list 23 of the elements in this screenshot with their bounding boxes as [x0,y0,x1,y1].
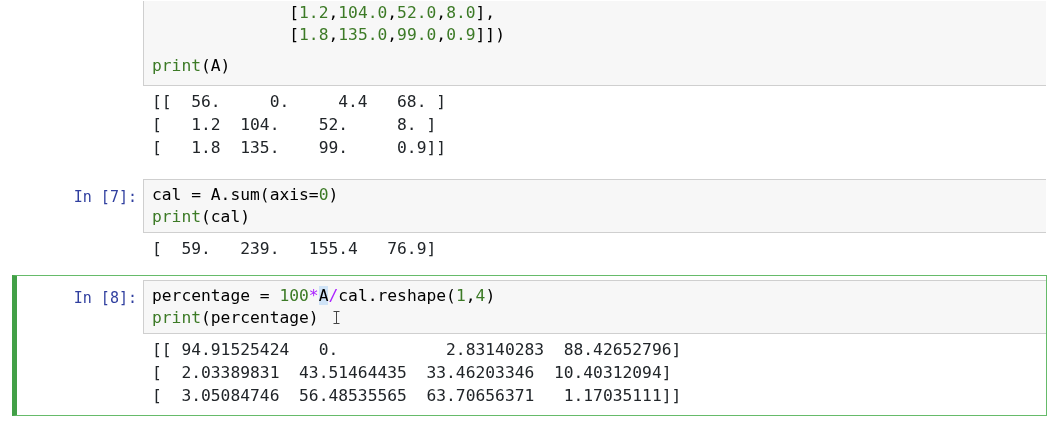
code-input[interactable]: cal = A.sum(axis=0) print(cal) [143,179,1046,233]
notebook-cell[interactable]: [1.2,104.0,52.0,8.0], [1.8,135.0,99.0,0.9]]) print(A) [[ 56. 0. 4.4 68. ] [ 1.2 104. 52. 8. ] [ 1.8 135. 99. 0.9]] [12,0,1047,168]
code-line: print(A) [152,55,231,77]
output-line: [ 1.2 104. 52. 8. ] [152,114,437,136]
cell-prompt: In [7]: [73,188,137,206]
output-line: [ 59. 239. 155.4 76.9] [152,238,437,260]
output-line: [ 1.8 135. 99. 0.9]] [152,137,447,159]
text-cursor-icon [332,311,340,324]
output-line: [ 3.05084746 56.48535565 63.70656371 1.17035111]] [152,385,682,407]
cell-prompt: In [8]: [73,289,137,307]
code-input[interactable]: percentage = 100*A/cal.reshape(1,4) print(percentage) [143,280,1046,334]
output-line: [[ 56. 0. 4.4 68. ] [152,91,447,113]
notebook-cell[interactable] [12,275,1047,416]
code-line: cal = A.sum(axis=0) [152,184,339,206]
output-line: [[ 94.91525424 0. 2.83140283 88.42652796] [152,339,682,361]
code-line: percentage = 100*A/cal.reshape(1,4) [152,285,496,307]
code-line: [1.2,104.0,52.0,8.0], [288,2,496,24]
code-line: print(cal) [152,206,251,228]
output-line: [ 2.03389831 43.51464435 33.46203346 10.40312094] [152,362,672,384]
code-line: print(percentage) [152,307,319,329]
notebook-cell[interactable]: In [7]: cal = A.sum(axis=0) print(cal) [ 59. 239. 155.4 76.9] [12,174,1047,269]
code-line: [1.8,135.0,99.0,0.9]]) [288,24,505,46]
code-input[interactable]: [1.2,104.0,52.0,8.0], [1.8,135.0,99.0,0.9]]) print(A) [143,1,1046,86]
